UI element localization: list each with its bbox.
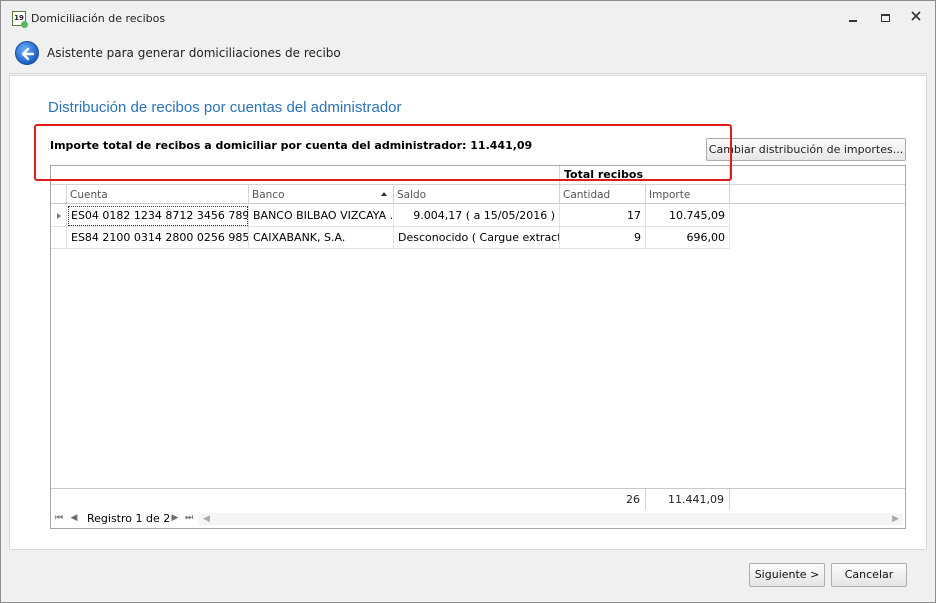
- column-header-row: Cuenta Banco Saldo Cantidad Importe: [51, 185, 905, 204]
- prev-record-icon[interactable]: ◀: [68, 512, 80, 525]
- maximize-icon[interactable]: [877, 10, 893, 26]
- cancel-button[interactable]: Cancelar: [831, 563, 907, 587]
- cell-saldo[interactable]: Desconocido ( Cargue extracto ): [394, 227, 560, 249]
- close-icon[interactable]: [908, 10, 924, 26]
- scroll-right-icon[interactable]: ▶: [892, 513, 899, 525]
- first-record-icon[interactable]: ⏮: [53, 512, 65, 525]
- band-total-recibos: Total recibos: [560, 166, 730, 185]
- page-title: Distribución de recibos por cuentas del …: [48, 99, 402, 116]
- cell-cuenta[interactable]: ES84 2100 0314 2800 0256 9856: [67, 227, 249, 249]
- content-panel: Distribución de recibos por cuentas del …: [9, 75, 927, 550]
- cell-cuenta[interactable]: ES04 0182 1234 8712 3456 7899: [67, 205, 249, 227]
- wizard-header: Asistente para generar domiciliaciones d…: [9, 34, 927, 74]
- footer-cantidad-total: 26: [560, 489, 646, 510]
- horizontal-scrollbar[interactable]: ◀ ▶: [199, 513, 903, 525]
- band-empty: [51, 166, 560, 185]
- accounts-grid: Total recibos Cuenta Banco Saldo Cantida…: [50, 165, 906, 529]
- indicator-header: [51, 185, 67, 203]
- row-indicator[interactable]: [51, 227, 67, 249]
- cell-importe[interactable]: 10.745,09: [646, 205, 730, 227]
- record-navigator: ⏮ ◀ Registro 1 de 2 ▶ ⏭ ◀ ▶: [51, 510, 905, 528]
- cell-cantidad[interactable]: 9: [560, 227, 646, 249]
- wizard-window: 19 Domiciliación de recibos Asistente pa…: [0, 0, 936, 603]
- window-title: Domiciliación de recibos: [31, 12, 166, 25]
- last-record-icon[interactable]: ⏭: [183, 512, 195, 525]
- title-bar: 19 Domiciliación de recibos: [1, 1, 935, 34]
- column-header-cantidad[interactable]: Cantidad: [560, 185, 646, 203]
- minimize-icon[interactable]: [845, 10, 861, 26]
- band-header-row: Total recibos: [51, 166, 905, 185]
- column-header-banco[interactable]: Banco: [249, 185, 394, 203]
- current-row-icon: [57, 213, 61, 219]
- cell-banco[interactable]: BANCO BILBAO VIZCAYA ...: [249, 205, 394, 227]
- column-header-cuenta[interactable]: Cuenta: [67, 185, 249, 203]
- cell-cantidad[interactable]: 17: [560, 205, 646, 227]
- sort-ascending-icon: [381, 192, 387, 196]
- cell-saldo[interactable]: 9.004,17 ( a 15/05/2016 ): [394, 205, 560, 227]
- scroll-left-icon[interactable]: ◀: [203, 513, 210, 525]
- next-record-icon[interactable]: ▶: [169, 512, 181, 525]
- siguiente-button[interactable]: Siguiente >: [749, 563, 825, 587]
- table-row[interactable]: ES84 2100 0314 2800 0256 9856 CAIXABANK,…: [51, 227, 905, 249]
- summary-footer-row: 26 11.441,09: [51, 488, 905, 510]
- cell-banco[interactable]: CAIXABANK, S.A.: [249, 227, 394, 249]
- wizard-subtitle: Asistente para generar domiciliaciones d…: [47, 46, 341, 60]
- back-arrow-icon[interactable]: [15, 41, 39, 65]
- column-header-importe[interactable]: Importe: [646, 185, 730, 203]
- importe-total-label: Importe total de recibos a domiciliar po…: [50, 139, 533, 152]
- footer-importe-total: 11.441,09: [646, 489, 730, 510]
- cell-importe[interactable]: 696,00: [646, 227, 730, 249]
- row-indicator[interactable]: [51, 205, 67, 227]
- cambiar-distribucion-button[interactable]: Cambiar distribución de importes...: [706, 138, 906, 161]
- button-bar: Siguiente > Cancelar: [1, 551, 935, 602]
- table-row[interactable]: ES04 0182 1234 8712 3456 7899 BANCO BILB…: [51, 205, 905, 227]
- column-header-saldo[interactable]: Saldo: [394, 185, 560, 203]
- record-counter: Registro 1 de 2: [87, 512, 171, 525]
- app-icon: 19: [12, 11, 28, 28]
